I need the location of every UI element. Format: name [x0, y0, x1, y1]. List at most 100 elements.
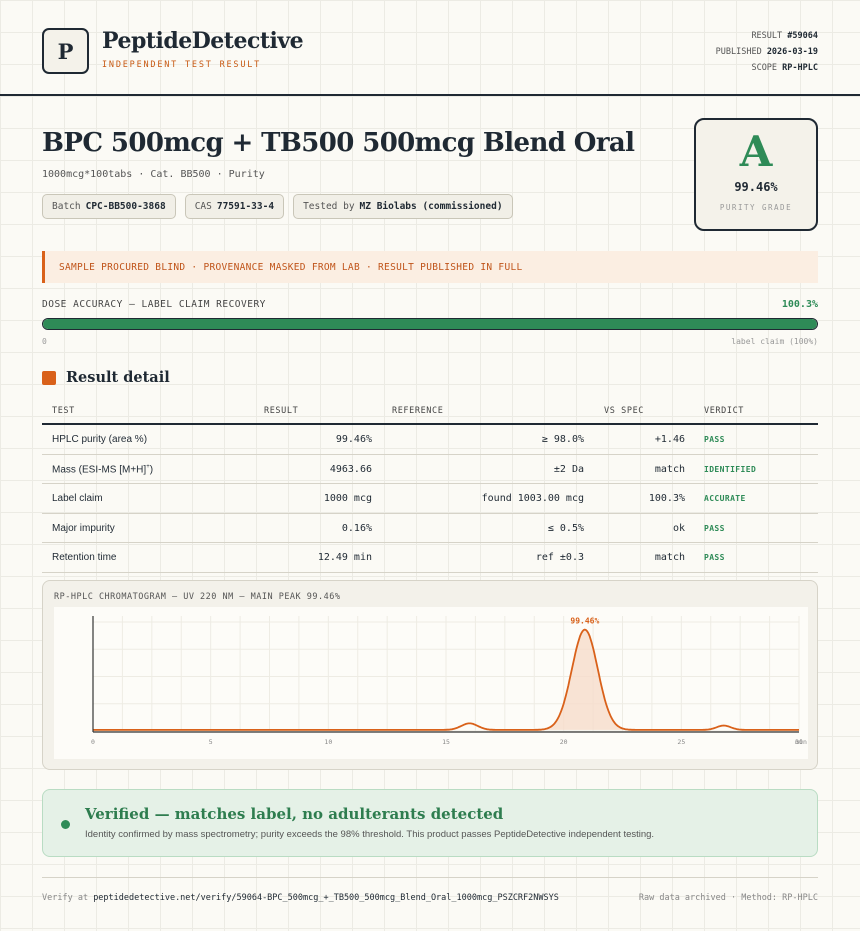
dose-progress-fill: [43, 319, 817, 329]
meta-scope-label: SCOPE: [751, 63, 778, 73]
cell-test: Retention time: [52, 552, 117, 563]
cell-verdict: PASS: [704, 523, 725, 533]
logo: P: [42, 28, 89, 74]
cell-vs-spec: 100.3%: [648, 493, 685, 504]
th-verdict: VERDICT: [704, 406, 745, 416]
cell-reference: ≥ 98.0%: [541, 434, 584, 445]
cell-verdict: ACCURATE: [704, 494, 746, 503]
cell-reference: ±2 Da: [553, 463, 584, 475]
batch-value: CPC-BB500-3868: [85, 201, 166, 212]
dose-label: DOSE ACCURACY — LABEL CLAIM RECOVERY: [42, 299, 266, 310]
table-row: Retention time 12.49 min ref ±0.3 match …: [42, 543, 818, 573]
brand-subtitle: INDEPENDENT TEST RESULT: [102, 60, 262, 70]
cell-result: 0.16%: [341, 522, 372, 534]
blind-sample-notice: SAMPLE PROCURED BLIND · PROVENANCE MASKE…: [42, 251, 818, 283]
x-tick-label: 0: [91, 738, 95, 746]
product-title: BPC 500mcg + TB500 500mcg Blend Oral: [42, 128, 635, 158]
cell-test-end: ): [149, 463, 154, 475]
product-chips: Batch CPC-BB500-3868 CAS 77591-33-4 Tested…: [42, 194, 513, 219]
meta-result: RESULT #59064: [716, 28, 818, 44]
cell-vs-spec: +1.46: [654, 434, 685, 445]
th-reference: REFERENCE: [392, 406, 444, 416]
result-detail-heading: Result detail: [42, 369, 170, 386]
purity-grade-card: A 99.46% PURITY GRADE: [694, 118, 818, 231]
results-table: TEST RESULT REFERENCE VS SPEC VERDICT HP…: [42, 398, 818, 573]
table-row: Label claim 1000 mcg found 1003.00 mcg 1…: [42, 484, 818, 514]
section-title: Result detail: [66, 369, 170, 386]
x-tick-label: 20: [560, 738, 568, 746]
cas-chip: CAS 77591-33-4: [184, 194, 285, 219]
product-subtitle: 1000mcg*100tabs · Cat. BB500 · Purity: [42, 169, 265, 180]
meta-scope: SCOPE RP-HPLC: [716, 60, 818, 76]
batch-chip: Batch CPC-BB500-3868: [42, 194, 176, 219]
grade-percent: 99.46%: [734, 180, 778, 194]
dose-progress-bar: [42, 318, 818, 330]
chromatogram-panel: RP-HPLC CHROMATOGRAM — UV 220 NM — MAIN …: [42, 580, 818, 770]
footer-divider: [42, 877, 818, 878]
cell-result: 12.49 min: [317, 552, 372, 563]
meta-scope-value: RP-HPLC: [782, 63, 818, 73]
batch-label: Batch: [52, 201, 81, 212]
footer-note: Raw data archived · Method: RP-HPLC: [638, 893, 818, 903]
tested-by-chip: Tested by MZ Biolabs (commissioned): [293, 194, 513, 219]
grade-letter: A: [739, 127, 773, 176]
table-header: TEST RESULT REFERENCE VS SPEC VERDICT: [42, 398, 818, 425]
cell-reference: ref ±0.3: [535, 552, 584, 563]
dose-claim-label: label claim (100%): [731, 337, 818, 346]
plot-background: [54, 607, 808, 759]
grade-label: PURITY GRADE: [719, 203, 793, 212]
cell-test: HPLC purity (area %): [52, 434, 148, 445]
cell-test-text: Mass (ESI-MS [M+H]: [52, 463, 147, 475]
meta-result-value: #59064: [787, 31, 818, 41]
cell-result: 4963.66: [329, 463, 372, 475]
th-vs-spec: VS SPEC: [604, 406, 645, 416]
chromatogram-chart: 0 5 10 15 20 25 30min99.46%: [54, 607, 808, 759]
verified-dot-icon: [61, 820, 70, 829]
cell-verdict: PASS: [704, 553, 725, 562]
table-row: Mass (ESI-MS [M+H]+) 4963.66 ±2 Da match…: [42, 455, 818, 484]
cell-test: Major impurity: [52, 522, 115, 534]
cell-reference: ≤ 0.5%: [547, 522, 584, 534]
dose-min-label: 0: [42, 337, 47, 346]
footer-verify: Verify at peptidedetective.net/verify/59…: [42, 893, 559, 903]
x-unit-label: min: [795, 738, 807, 746]
cell-vs-spec: ok: [672, 522, 685, 534]
verify-link[interactable]: peptidedetective.net/verify/59064-BPC_50…: [93, 893, 559, 903]
cas-label: CAS: [194, 201, 212, 212]
cell-result: 1000 mcg: [323, 493, 372, 504]
cell-vs-spec: match: [654, 463, 685, 475]
meta-published: PUBLISHED 2026-03-19: [716, 44, 818, 60]
cell-verdict: IDENTIFIED: [704, 464, 757, 474]
verified-banner: Verified — matches label, no adulterants…: [42, 789, 818, 857]
report-meta: RESULT #59064 PUBLISHED 2026-03-19 SCOPE…: [716, 28, 818, 76]
cell-result: 99.46%: [335, 434, 372, 445]
verified-text: Identity confirmed by mass spectrometry;…: [85, 829, 655, 840]
meta-published-label: PUBLISHED: [715, 47, 762, 57]
cell-test: Mass (ESI-MS [M+H]+): [52, 464, 153, 475]
cell-test: Label claim: [52, 493, 103, 504]
x-tick-label: 15: [442, 738, 450, 746]
meta-published-value: 2026-03-19: [766, 47, 818, 57]
x-tick-label: 25: [677, 738, 685, 746]
cell-vs-spec: match: [654, 552, 685, 563]
th-result: RESULT: [264, 406, 299, 416]
brand-name: PeptideDetective: [102, 28, 304, 54]
cell-verdict: PASS: [704, 435, 725, 444]
verify-label: Verify at: [42, 893, 89, 903]
x-tick-label: 10: [324, 738, 332, 746]
dose-value: 100.3%: [781, 299, 818, 310]
peak-label: 99.46%: [570, 617, 599, 626]
cas-value: 77591-33-4: [216, 201, 275, 212]
table-row: Major impurity 0.16% ≤ 0.5% ok PASS: [42, 514, 818, 543]
report-header: P PeptideDetective INDEPENDENT TEST RESU…: [0, 0, 860, 96]
meta-result-label: RESULT: [751, 31, 783, 41]
x-tick-label: 5: [209, 738, 213, 746]
th-test: TEST: [52, 406, 75, 416]
cell-reference: found 1003.00 mcg: [481, 493, 584, 504]
chart-title: RP-HPLC CHROMATOGRAM — UV 220 NM — MAIN …: [54, 592, 341, 602]
section-marker-icon: [42, 370, 56, 385]
tested-label: Tested by: [303, 201, 355, 212]
verified-title: Verified — matches label, no adulterants…: [85, 805, 504, 823]
tested-value: MZ Biolabs (commissioned): [359, 201, 503, 212]
table-row: HPLC purity (area %) 99.46% ≥ 98.0% +1.4…: [42, 425, 818, 455]
